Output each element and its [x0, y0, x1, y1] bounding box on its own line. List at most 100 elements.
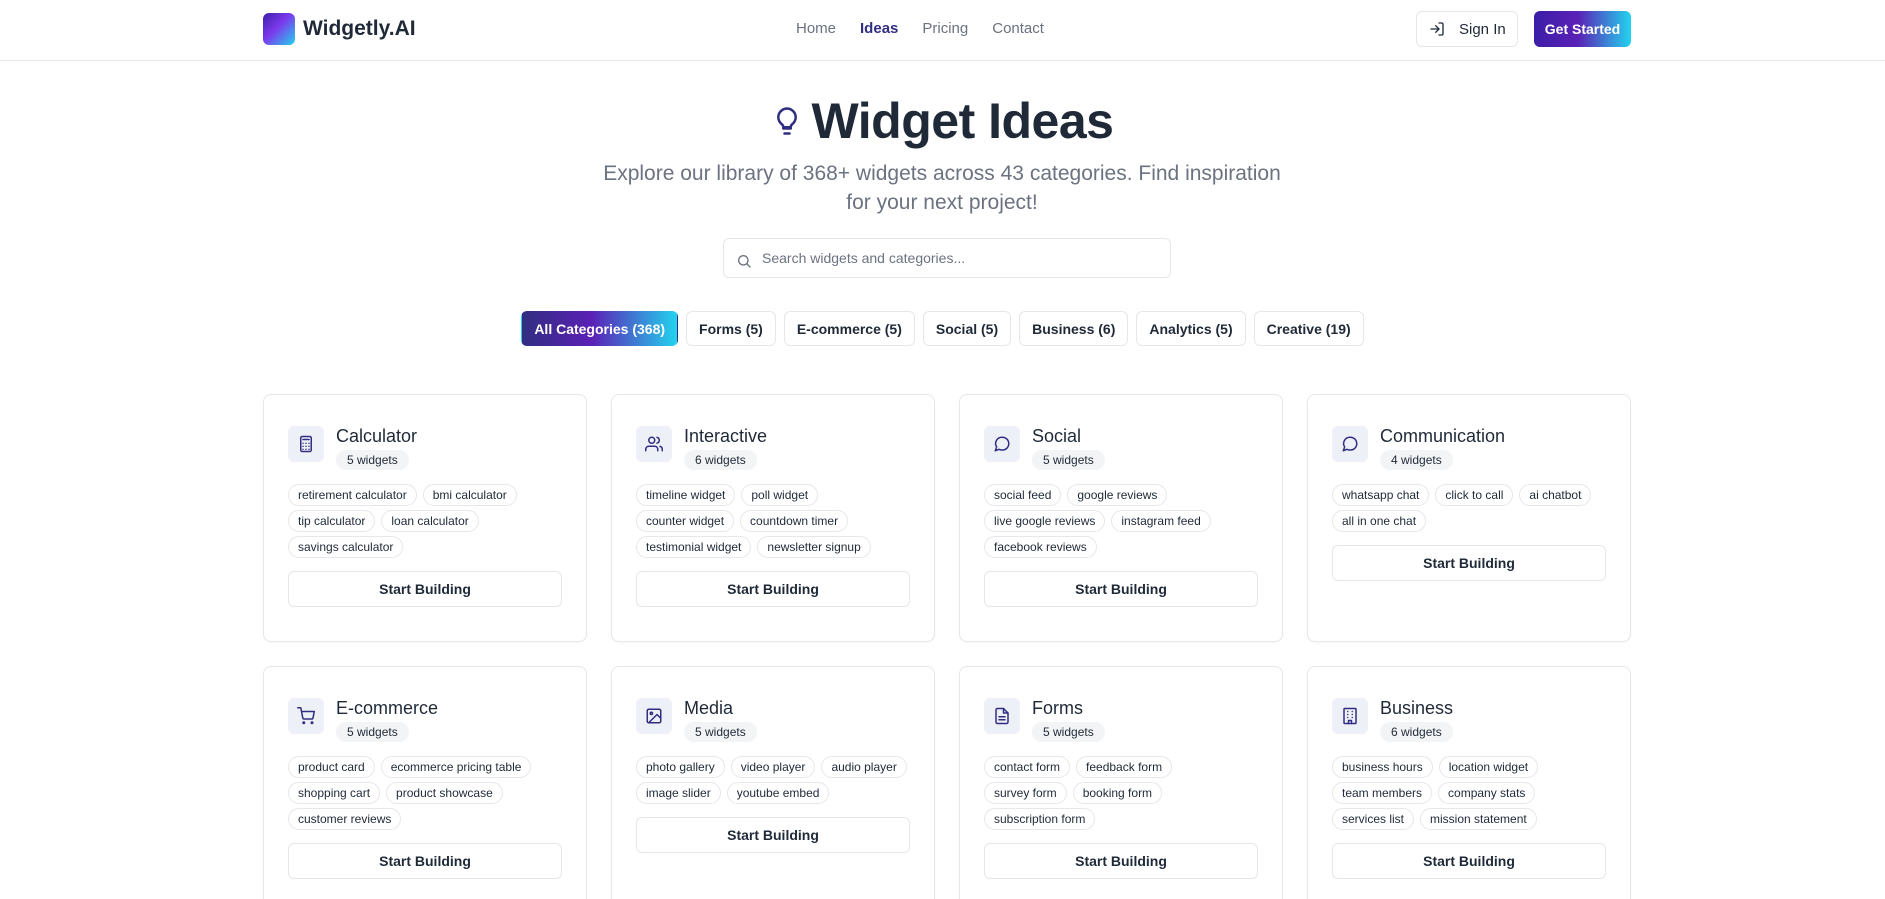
tag[interactable]: testimonial widget [636, 536, 752, 558]
category-card-forms: Forms 5 widgets contact form feedback fo… [959, 666, 1283, 899]
tag[interactable]: location widget [1438, 756, 1539, 778]
filter-creative[interactable]: Creative (19) [1253, 311, 1364, 346]
widget-count-badge: 6 widgets [1380, 722, 1453, 742]
widget-count-badge: 5 widgets [336, 450, 409, 470]
category-card-interactive: Interactive 6 widgets timeline widget po… [611, 394, 935, 642]
tag[interactable]: instagram feed [1111, 510, 1211, 532]
tag[interactable]: google reviews [1067, 484, 1168, 506]
tag[interactable]: tip calculator [288, 510, 376, 532]
page-title-row: Widget Ideas [0, 92, 1885, 150]
tag[interactable]: savings calculator [288, 536, 404, 558]
tag[interactable]: newsletter signup [757, 536, 871, 558]
get-started-button[interactable]: Get Started [1534, 11, 1631, 47]
card-title: Media [684, 698, 734, 718]
tag[interactable]: countdown timer [740, 510, 849, 532]
calculator-icon [288, 426, 324, 462]
tag[interactable]: shopping cart [288, 782, 381, 804]
nav-ideas[interactable]: Ideas [860, 20, 898, 37]
tag[interactable]: audio player [821, 756, 907, 778]
filter-ecommerce[interactable]: E-commerce (5) [783, 311, 915, 346]
tag[interactable]: survey form [984, 782, 1067, 804]
tag[interactable]: services list [1332, 808, 1415, 830]
tag[interactable]: business hours [1332, 756, 1433, 778]
filter-business[interactable]: Business (6) [1019, 311, 1129, 346]
tag[interactable]: youtube embed [726, 782, 830, 804]
start-building-button[interactable]: Start Building [636, 571, 910, 607]
tag[interactable]: company stats [1438, 782, 1536, 804]
category-card-business: Business 6 widgets business hours locati… [1307, 666, 1631, 899]
brand-logo[interactable]: Widgetly.AI [263, 13, 416, 45]
tag[interactable]: facebook reviews [984, 536, 1097, 558]
category-card-calculator: Calculator 5 widgets retirement calculat… [263, 394, 587, 642]
tag[interactable]: product card [288, 756, 375, 778]
tag[interactable]: social feed [984, 484, 1062, 506]
filter-forms[interactable]: Forms (5) [686, 311, 776, 346]
start-building-button[interactable]: Start Building [1332, 545, 1606, 581]
start-building-button[interactable]: Start Building [636, 817, 910, 853]
users-icon [636, 426, 672, 462]
chat-bubble-icon [1332, 426, 1368, 462]
tag[interactable]: live google reviews [984, 510, 1106, 532]
widget-count-badge: 6 widgets [684, 450, 757, 470]
card-title: Calculator [336, 426, 418, 446]
sign-in-icon [1430, 22, 1444, 36]
page-title: Widget Ideas [811, 93, 1114, 149]
tag[interactable]: ecommerce pricing table [380, 756, 532, 778]
tag-list: retirement calculator bmi calculator tip… [288, 484, 562, 558]
logo-mark-icon [263, 13, 295, 45]
filter-social[interactable]: Social (5) [922, 311, 1012, 346]
tag[interactable]: feedback form [1076, 756, 1173, 778]
tag[interactable]: whatsapp chat [1332, 484, 1430, 506]
start-building-button[interactable]: Start Building [288, 843, 562, 879]
tag[interactable]: poll widget [741, 484, 819, 506]
category-card-ecommerce: E-commerce 5 widgets product card ecomme… [263, 666, 587, 899]
filter-all-categories[interactable]: All Categories (368) [521, 311, 679, 346]
card-title: Forms [1032, 698, 1083, 718]
category-card-social: Social 5 widgets social feed google revi… [959, 394, 1283, 642]
tag[interactable]: retirement calculator [288, 484, 417, 506]
tag[interactable]: all in one chat [1332, 510, 1427, 532]
sign-in-button[interactable]: Sign In [1416, 11, 1518, 47]
tag[interactable]: customer reviews [288, 808, 402, 830]
building-icon [1332, 698, 1368, 734]
card-title: Communication [1380, 426, 1506, 446]
widget-count-badge: 5 widgets [336, 722, 409, 742]
widget-count-badge: 5 widgets [684, 722, 757, 742]
tag[interactable]: photo gallery [636, 756, 725, 778]
tag[interactable]: booking form [1072, 782, 1163, 804]
nav-contact[interactable]: Contact [992, 20, 1044, 37]
widget-count-badge: 4 widgets [1380, 450, 1453, 470]
shopping-cart-icon [288, 698, 324, 734]
start-building-button[interactable]: Start Building [1332, 843, 1606, 879]
start-building-button[interactable]: Start Building [984, 571, 1258, 607]
search-input[interactable] [762, 250, 1142, 266]
sign-in-label: Sign In [1459, 20, 1506, 38]
card-title: Business [1380, 698, 1454, 718]
nav-pricing[interactable]: Pricing [922, 20, 968, 37]
tag[interactable]: bmi calculator [422, 484, 517, 506]
category-card-media: Media 5 widgets photo gallery video play… [611, 666, 935, 899]
start-building-button[interactable]: Start Building [288, 571, 562, 607]
tag[interactable]: video player [730, 756, 816, 778]
category-grid: Calculator 5 widgets retirement calculat… [263, 394, 1631, 899]
tag-list: business hours location widget team memb… [1332, 756, 1606, 830]
main-nav: Home Ideas Pricing Contact [796, 20, 1044, 37]
filter-analytics[interactable]: Analytics (5) [1136, 311, 1246, 346]
tag[interactable]: ai chatbot [1519, 484, 1592, 506]
tag-list: whatsapp chat click to call ai chatbot a… [1332, 484, 1606, 532]
tag[interactable]: timeline widget [636, 484, 736, 506]
tag[interactable]: contact form [984, 756, 1071, 778]
search-icon [738, 254, 751, 268]
tag[interactable]: mission statement [1420, 808, 1537, 830]
start-building-button[interactable]: Start Building [984, 843, 1258, 879]
document-icon [984, 698, 1020, 734]
tag[interactable]: subscription form [984, 808, 1096, 830]
tag[interactable]: counter widget [636, 510, 735, 532]
tag[interactable]: click to call [1435, 484, 1514, 506]
nav-home[interactable]: Home [796, 20, 836, 37]
category-filters: All Categories (368) Forms (5) E-commerc… [0, 311, 1885, 346]
tag[interactable]: product showcase [386, 782, 503, 804]
tag[interactable]: image slider [636, 782, 721, 804]
tag[interactable]: loan calculator [381, 510, 479, 532]
tag[interactable]: team members [1332, 782, 1433, 804]
